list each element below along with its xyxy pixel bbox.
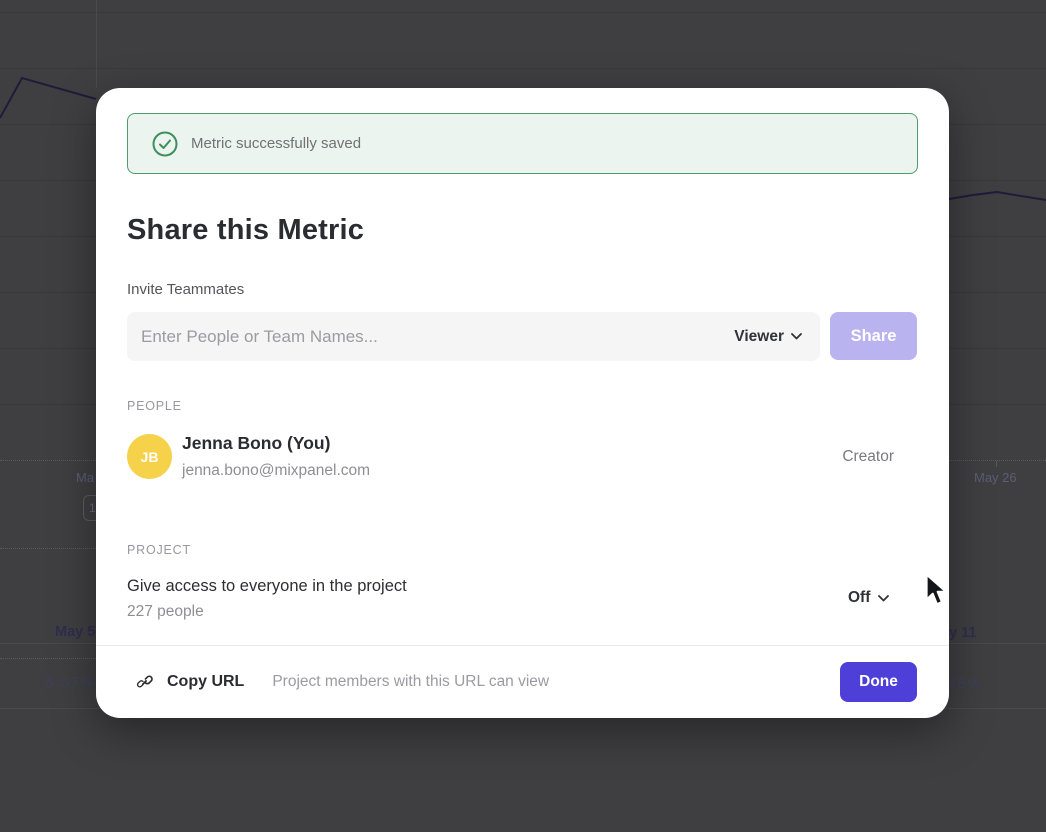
avatar: JB bbox=[127, 434, 172, 479]
project-section-heading: PROJECT bbox=[127, 543, 191, 557]
modal-title: Share this Metric bbox=[127, 214, 364, 247]
avatar-initials: JB bbox=[141, 449, 159, 465]
chevron-down-icon bbox=[878, 595, 889, 602]
x-axis-label: May 26 bbox=[974, 470, 1017, 485]
invite-people-input[interactable] bbox=[127, 312, 726, 361]
table-value-cell: 5.57% bbox=[46, 674, 96, 690]
x-axis-label: Ma bbox=[76, 470, 94, 485]
invite-input-container: Viewer bbox=[127, 312, 820, 361]
member-email: jenna.bono@mixpanel.com bbox=[182, 462, 370, 480]
url-permission-hint: Project members with this URL can view bbox=[272, 673, 549, 691]
project-access-value: Off bbox=[848, 589, 870, 607]
role-dropdown[interactable]: Viewer bbox=[726, 312, 820, 361]
member-name: Jenna Bono (You) bbox=[182, 433, 330, 454]
success-banner-message: Metric successfully saved bbox=[191, 135, 361, 152]
success-banner: Metric successfully saved bbox=[127, 113, 918, 174]
done-button[interactable]: Done bbox=[840, 662, 917, 702]
project-access-dropdown[interactable]: Off bbox=[848, 589, 889, 607]
member-role-label: Creator bbox=[842, 448, 894, 466]
chevron-down-icon bbox=[791, 333, 802, 340]
copy-url-label: Copy URL bbox=[167, 673, 244, 691]
table-date-header: May 5 bbox=[55, 624, 95, 640]
link-icon bbox=[135, 673, 154, 692]
invite-teammates-label: Invite Teammates bbox=[127, 281, 244, 298]
table-value-cell: 35% bbox=[948, 675, 982, 691]
share-button[interactable]: Share bbox=[830, 312, 917, 360]
modal-footer: Copy URL Project members with this URL c… bbox=[96, 645, 949, 718]
people-section-heading: PEOPLE bbox=[127, 399, 182, 413]
share-metric-modal: Metric successfully saved Share this Met… bbox=[96, 88, 949, 718]
mouse-cursor bbox=[925, 573, 947, 607]
check-circle-icon bbox=[152, 131, 178, 157]
role-dropdown-value: Viewer bbox=[734, 328, 784, 346]
project-access-title: Give access to everyone in the project bbox=[127, 577, 407, 596]
project-people-count: 227 people bbox=[127, 603, 204, 621]
copy-url-button[interactable]: Copy URL bbox=[135, 673, 244, 692]
